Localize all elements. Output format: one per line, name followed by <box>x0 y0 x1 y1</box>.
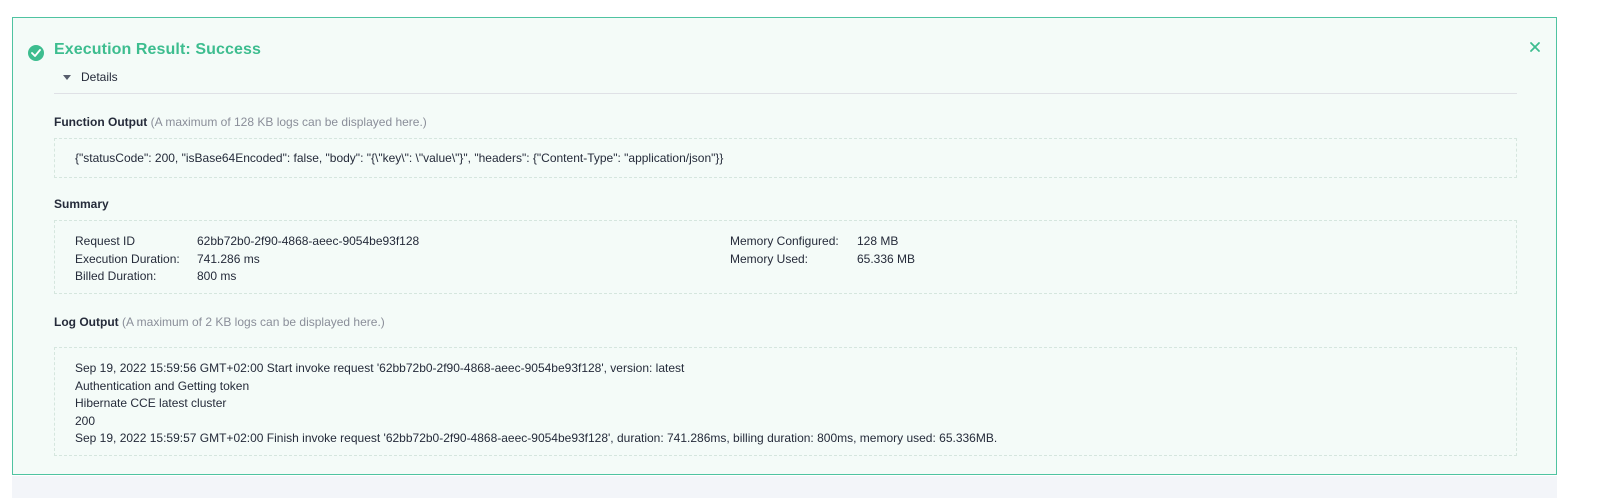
caret-down-icon <box>63 74 71 80</box>
log-output-box: Sep 19, 2022 15:59:56 GMT+02:00 Start in… <box>54 347 1517 456</box>
summary-label: Request ID <box>75 234 136 248</box>
summary-box: Request ID 62bb72b0-2f90-4868-aeec-9054b… <box>54 220 1517 294</box>
log-output-heading: Log Output (A maximum of 2 KB logs can b… <box>54 315 385 329</box>
function-output-heading: Function Output (A maximum of 128 KB log… <box>54 115 427 129</box>
summary-label: Memory Configured: <box>730 234 839 248</box>
log-line: 200 <box>75 414 96 428</box>
check-circle-icon <box>28 45 44 61</box>
function-output-box: {"statusCode": 200, "isBase64Encoded": f… <box>54 138 1517 178</box>
summary-label: Execution Duration: <box>75 252 180 266</box>
log-output-title: Log Output <box>54 315 119 329</box>
result-title: Execution Result: Success <box>54 41 262 58</box>
function-output-hint: (A maximum of 128 KB logs can be display… <box>150 115 427 129</box>
summary-label: Billed Duration: <box>75 269 157 283</box>
details-label: Details <box>81 70 118 84</box>
summary-value: 741.286 ms <box>197 252 260 266</box>
execution-result-panel: Execution Result: Success Details Functi… <box>12 17 1557 475</box>
log-line: Sep 19, 2022 15:59:56 GMT+02:00 Start in… <box>75 361 685 375</box>
close-icon[interactable] <box>1528 40 1542 54</box>
log-line: Hibernate CCE latest cluster <box>75 396 227 410</box>
log-line: Authentication and Getting token <box>75 379 250 393</box>
log-line: Sep 19, 2022 15:59:57 GMT+02:00 Finish i… <box>75 431 998 445</box>
summary-value: 62bb72b0-2f90-4868-aeec-9054be93f128 <box>197 234 420 248</box>
summary-value: 800 ms <box>197 269 237 283</box>
summary-value: 128 MB <box>857 234 899 248</box>
function-output-text: {"statusCode": 200, "isBase64Encoded": f… <box>75 151 724 165</box>
summary-value: 65.336 MB <box>857 252 916 266</box>
log-output-hint: (A maximum of 2 KB logs can be displayed… <box>121 315 385 329</box>
summary-label: Memory Used: <box>730 252 809 266</box>
page-background-strip <box>12 476 1557 498</box>
function-output-title: Function Output <box>54 115 148 129</box>
details-toggle[interactable]: Details <box>63 70 118 84</box>
divider <box>54 93 1517 94</box>
summary-heading: Summary <box>54 197 109 211</box>
